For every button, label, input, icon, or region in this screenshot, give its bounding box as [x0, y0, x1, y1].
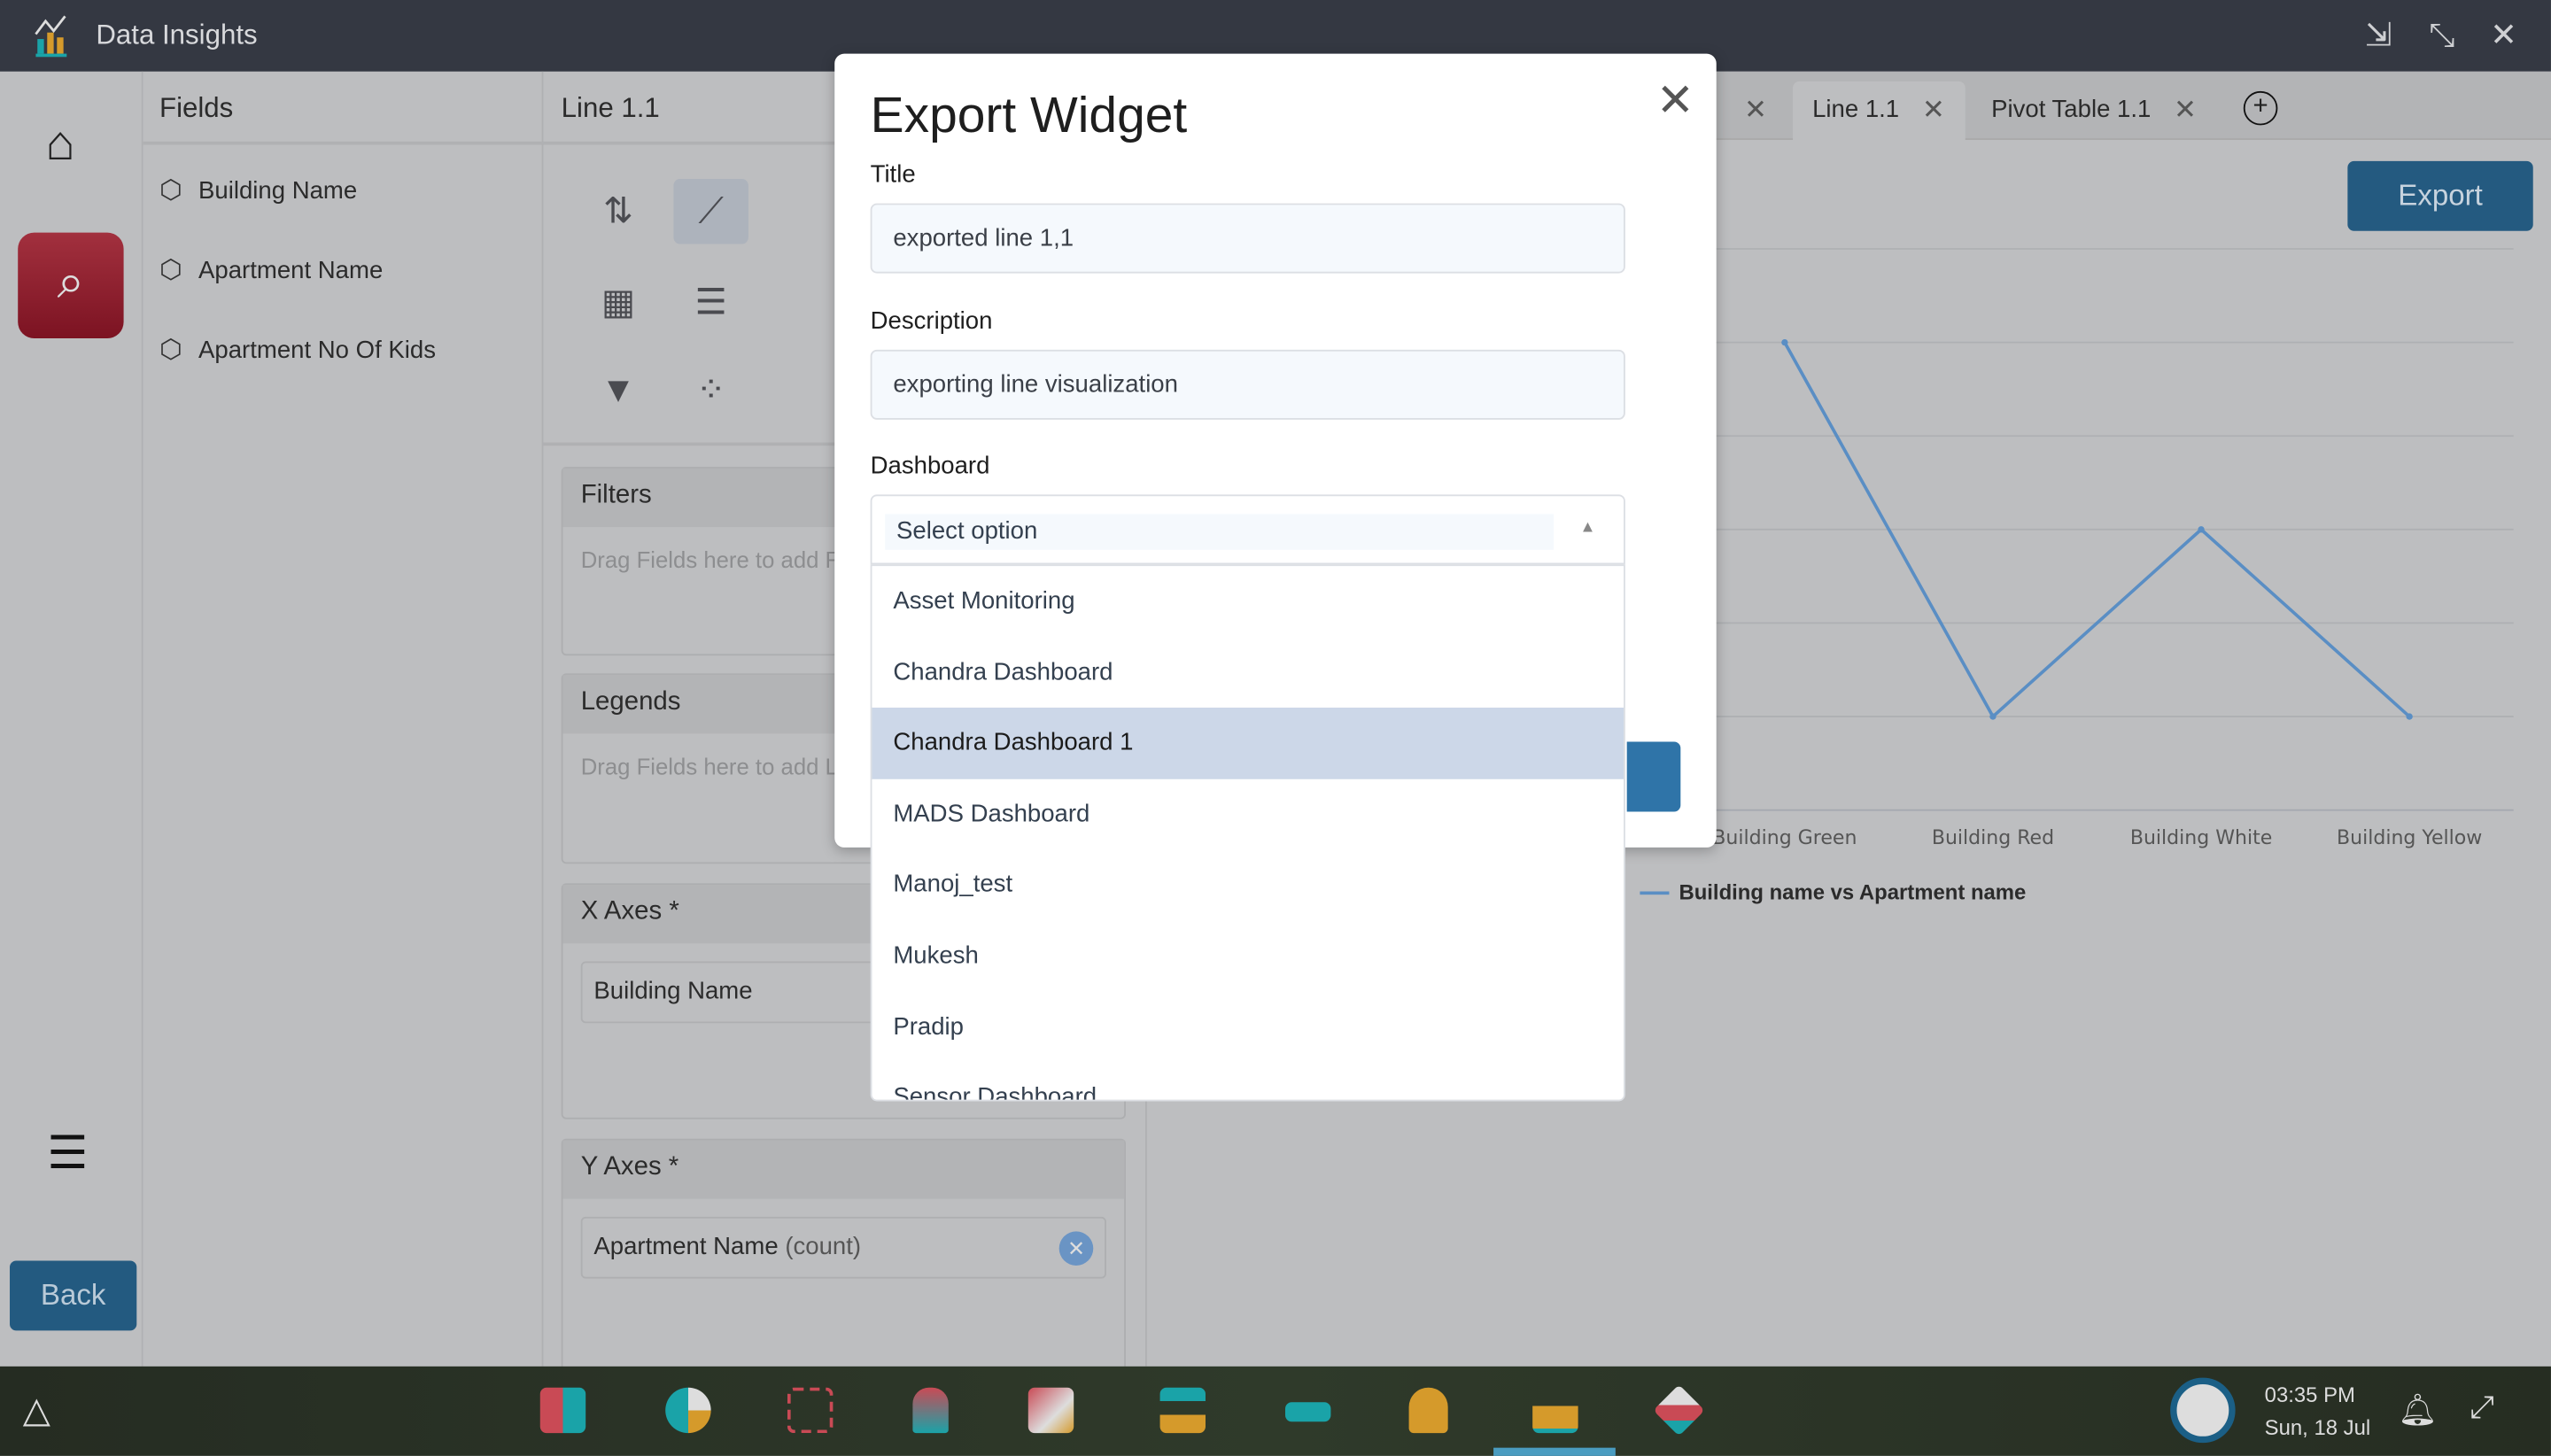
home-icon[interactable]: ⌂ [45, 117, 74, 172]
description-label: Description [870, 307, 993, 336]
funnel-chart-type-icon[interactable]: ▼ [581, 358, 655, 422]
data-insights-search-icon[interactable]: ⌕ [18, 232, 124, 339]
dimension-cube-icon: ⬡ [159, 177, 182, 205]
clock-time: 03:35 PM [2264, 1382, 2355, 1407]
x-tick-label: Building Green [1712, 827, 1857, 849]
apps-grid-icon[interactable] [539, 1387, 586, 1434]
router-app-icon[interactable] [1284, 1402, 1331, 1422]
y-axes-title: Y Axes * [562, 1140, 1125, 1199]
side-rail: ⌂ ⌕ ☰ Back [0, 71, 143, 1367]
add-tab-icon[interactable]: + [2243, 90, 2278, 126]
close-modal-icon[interactable]: ✕ [1656, 74, 1694, 128]
field-apartment-name[interactable]: ⬡ Apartment Name [159, 254, 383, 287]
dashboard-label: Dashboard [870, 452, 990, 480]
exit-fullscreen-icon[interactable]: ⤡ [2423, 16, 2462, 55]
modal-title: Export Widget [870, 86, 1188, 143]
data-point[interactable] [2198, 526, 2205, 533]
data-point[interactable] [1781, 338, 1788, 346]
title-label: Title [870, 160, 916, 190]
tab-pivot-table-1-1[interactable]: Pivot Table 1.1 ✕ [1972, 81, 2216, 140]
export-submit-button[interactable] [1626, 741, 1681, 812]
pie-chart-app-icon[interactable] [665, 1387, 711, 1434]
dashboard-option[interactable]: Pradip [872, 992, 1624, 1063]
close-tab-icon[interactable]: ✕ [2174, 96, 2197, 125]
x-tick-label: Building Yellow [2337, 827, 2482, 849]
app-title: Data Insights [96, 19, 258, 50]
caret-up-icon[interactable]: ▲ [1579, 519, 1595, 537]
clock-date: Sun, 18 Jul [2264, 1414, 2371, 1440]
widget-title: Line 1.1 [561, 92, 660, 124]
x-tick-label: Building White [2130, 827, 2272, 849]
dashboard-options-list[interactable]: Asset Monitoring Chandra Dashboard Chandra… [870, 564, 1625, 1102]
dashboard-option[interactable]: Chandra Dashboard [872, 637, 1624, 708]
dashboard-option[interactable]: Asset Monitoring [872, 566, 1624, 637]
workflow-app-icon[interactable] [787, 1387, 834, 1434]
dashboard-option[interactable]: Mukesh [872, 921, 1624, 992]
legend-swatch [1640, 890, 1670, 895]
title-input[interactable]: exported line 1,1 [870, 203, 1625, 274]
dashboard-select[interactable]: Select option ▲ [870, 494, 1625, 565]
dashboard-select-value: Select option [885, 514, 1555, 550]
taskbar: △ 03:35 PM Sun, 18 Jul 🔔︎ ⤢ [0, 1366, 2551, 1456]
start-triangle-icon[interactable]: △ [23, 1390, 50, 1432]
minimize-window-icon[interactable]: ⇲ [2359, 16, 2398, 55]
dashboard-option[interactable]: Manoj_test [872, 849, 1624, 920]
cube-sync-app-icon[interactable] [1653, 1384, 1705, 1437]
alarm-bell-app-icon[interactable] [1408, 1387, 1448, 1434]
active-app-indicator [1493, 1447, 1616, 1456]
dashboard-option[interactable]: Chandra Dashboard 1 [872, 708, 1624, 779]
fields-panel: Fields ⬡ Building Name ⬡ Apartment Name ⬡ A… [143, 71, 544, 1367]
data-insights-app-icon[interactable] [1532, 1387, 1578, 1434]
app-logo-icon [35, 15, 67, 58]
home-key-app-icon[interactable] [1027, 1387, 1074, 1434]
close-icon[interactable]: ✕ [2485, 16, 2524, 55]
field-building-name[interactable]: ⬡ Building Name [159, 174, 357, 207]
tab-line-1-1[interactable]: Line 1.1 ✕ [1793, 81, 1966, 140]
dimension-cube-icon: ⬡ [159, 257, 182, 285]
user-app-icon[interactable] [912, 1387, 949, 1434]
field-apartment-no-of-kids[interactable]: ⬡ Apartment No Of Kids [159, 334, 436, 367]
close-tab-icon[interactable]: ✕ [1744, 96, 1767, 125]
tab-previous[interactable]: ✕ [1725, 81, 1787, 140]
settings-sliders-icon[interactable]: ☰ [47, 1126, 88, 1180]
data-point[interactable] [2406, 713, 2413, 720]
fields-title: Fields [159, 92, 234, 124]
notification-bell-icon[interactable]: 🔔︎ [2398, 1390, 2437, 1429]
line-chart-type-icon[interactable]: ⟋ [673, 179, 748, 244]
y-axis-chip[interactable]: Apartment Name (count) ✕ [580, 1216, 1106, 1279]
x-tick-label: Building Red [1932, 827, 2054, 849]
bar-chart-type-icon[interactable]: ☰ [673, 270, 748, 335]
y-axes-dropzone[interactable]: Y Axes * Apartment Name (count) ✕ [561, 1138, 1126, 1383]
dashboard-option[interactable]: MADS Dashboard [872, 778, 1624, 849]
hierarchy-app-icon[interactable] [1159, 1387, 1206, 1434]
scatter-chart-type-icon[interactable]: ⁘ [673, 358, 748, 422]
remove-chip-icon[interactable]: ✕ [1058, 1231, 1094, 1266]
close-tab-icon[interactable]: ✕ [1922, 96, 1945, 125]
dashboard-option[interactable]: Sensor Dashboard [872, 1063, 1624, 1100]
pivot-chart-type-icon[interactable]: ⇅ [581, 179, 655, 244]
data-point[interactable] [1989, 713, 1997, 720]
fullscreen-icon[interactable]: ⤢ [2470, 1390, 2494, 1426]
dimension-cube-icon: ⬡ [159, 337, 182, 365]
table-chart-type-icon[interactable]: ▦ [581, 270, 655, 335]
back-button[interactable]: Back [10, 1260, 137, 1331]
chart-legend[interactable]: Building name vs Apartment name [1640, 880, 2026, 904]
description-input[interactable]: exporting line visualization [870, 349, 1625, 420]
profile-logo-icon[interactable] [2170, 1377, 2236, 1444]
